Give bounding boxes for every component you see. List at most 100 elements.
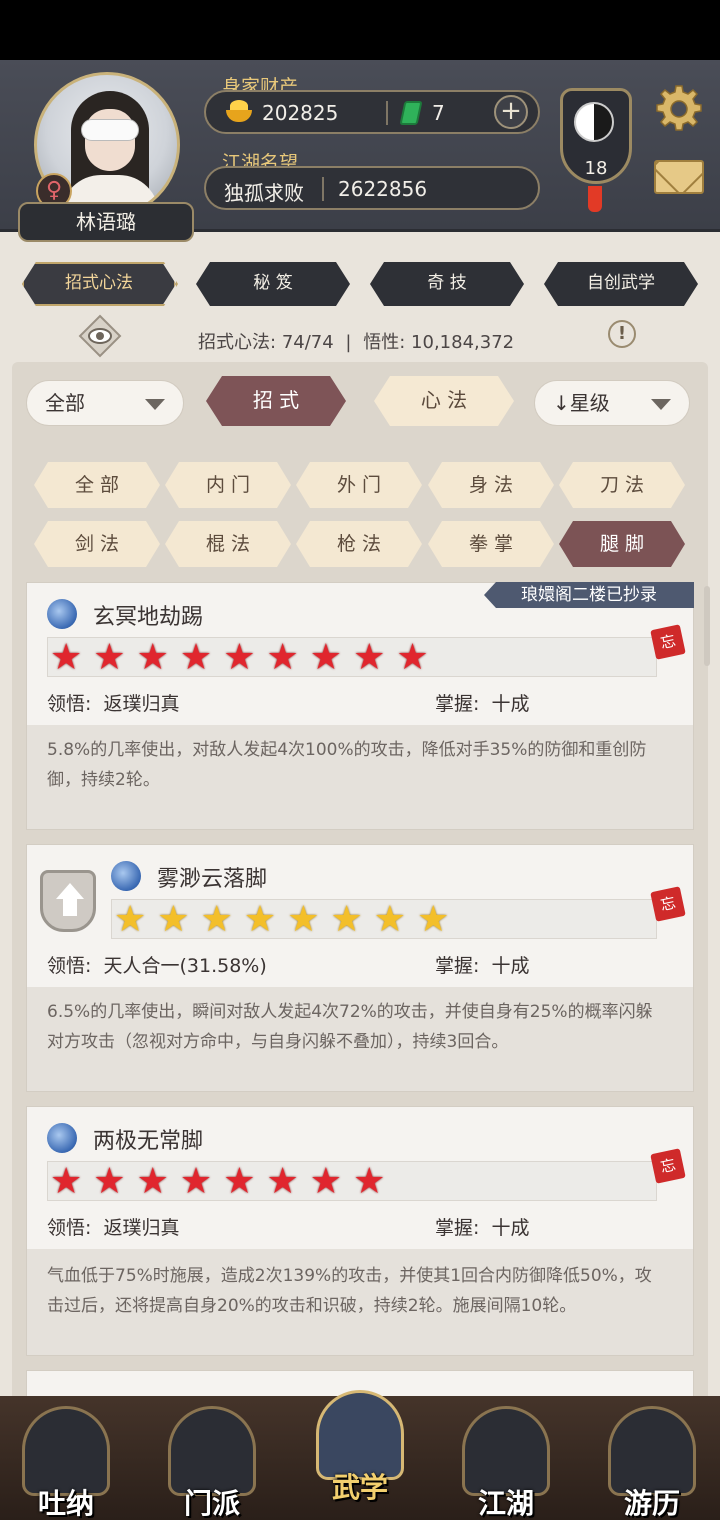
filter-outer[interactable]: 外 门 bbox=[296, 462, 422, 508]
star-icon: ★ bbox=[93, 1161, 126, 1202]
star-rating: ★ ★ ★ ★ ★ ★ ★ ★ bbox=[47, 1161, 657, 1201]
player-header: ♀ 林语璐 身家财产 202825 7 + 江湖名望 独孤求败 2622856 … bbox=[0, 60, 720, 242]
status-bar bbox=[0, 0, 720, 60]
segment-mind[interactable]: 心 法 bbox=[374, 376, 514, 426]
skill-description: 气血低于75%时施展，造成2次139%的攻击，并使其1回合内防御降低50%，攻击… bbox=[47, 1266, 652, 1316]
kick-skill-icon bbox=[47, 599, 77, 629]
mastery: 掌握: 十成 bbox=[435, 689, 530, 716]
insight-level: 领悟: 返璞归真 bbox=[47, 1213, 180, 1240]
star-icon: ★ bbox=[309, 1161, 343, 1202]
insight-label: 悟性: bbox=[363, 332, 406, 353]
star-icon: ★ bbox=[50, 1161, 83, 1202]
skill-name: 雾渺云落脚 bbox=[157, 867, 268, 892]
star-icon: ★ bbox=[223, 1161, 256, 1202]
star-icon: ★ bbox=[157, 899, 190, 940]
sort-dropdown[interactable]: ↓星级 bbox=[534, 380, 690, 426]
category-dropdown-value: 全部 bbox=[45, 391, 85, 415]
mastery-label: 掌握: bbox=[435, 1217, 480, 1239]
star-rating: ★ ★ ★ ★ ★ ★ ★ ★ bbox=[111, 899, 657, 939]
star-icon: ★ bbox=[223, 637, 256, 678]
star-icon: ★ bbox=[353, 637, 386, 678]
skill-description: 5.8%的几率使出，对敌人发起4次100%的攻击，降低对手35%的防御和重创防御… bbox=[47, 740, 647, 790]
yinyang-icon bbox=[574, 102, 614, 142]
gold-ingot-icon bbox=[226, 100, 252, 124]
divider bbox=[322, 177, 324, 201]
filter-inner[interactable]: 内 门 bbox=[165, 462, 291, 508]
filter-sword[interactable]: 剑 法 bbox=[34, 521, 160, 567]
filter-all[interactable]: 全 部 bbox=[34, 462, 160, 508]
mail-icon[interactable] bbox=[654, 160, 704, 194]
star-icon: ★ bbox=[50, 637, 83, 678]
star-icon: ★ bbox=[353, 1161, 386, 1202]
forget-tag-icon[interactable]: 忘 bbox=[650, 886, 686, 922]
segment-moves[interactable]: 招 式 bbox=[206, 376, 346, 426]
star-icon: ★ bbox=[309, 637, 343, 678]
filter-fist-palm[interactable]: 拳 掌 bbox=[428, 521, 554, 567]
star-icon: ★ bbox=[266, 637, 299, 678]
tab-custom-martial-arts[interactable]: 自创武学 bbox=[544, 262, 698, 306]
skill-card[interactable]: 玄冥地劫踢 ★ ★ ★ ★ ★ ★ ★ ★ ★ 领悟: 返璞归真 掌握: 十成 5.8%的几率使… bbox=[26, 582, 694, 830]
filter-spear[interactable]: 枪 法 bbox=[296, 521, 422, 567]
insight-value: 10,184,372 bbox=[411, 332, 515, 353]
forget-tag-icon[interactable]: 忘 bbox=[650, 1148, 686, 1184]
tab-secret-books[interactable]: 秘 笈 bbox=[196, 262, 350, 306]
copied-banner: 琅嬛阁二楼已抄录 bbox=[484, 582, 694, 608]
tab-special-skills[interactable]: 奇 技 bbox=[370, 262, 524, 306]
upgrade-arrow-icon[interactable] bbox=[40, 870, 96, 932]
sort-dropdown-value: ↓星级 bbox=[553, 391, 610, 415]
star-icon: ★ bbox=[179, 1161, 213, 1202]
gold-amount: 202825 bbox=[262, 101, 339, 125]
category-dropdown[interactable]: 全部 bbox=[26, 380, 184, 426]
insight-level-label: 领悟: bbox=[47, 1217, 92, 1239]
insight-level-label: 领悟: bbox=[47, 955, 92, 977]
insight-level-value: 返璞归真 bbox=[103, 693, 180, 715]
top-tabs: 招式心法 秘 笈 奇 技 自创武学 bbox=[0, 262, 720, 310]
nav-label: 武学 bbox=[331, 1471, 388, 1504]
mastery: 掌握: 十成 bbox=[435, 951, 530, 978]
nav-martial-arts[interactable]: 武学 bbox=[308, 1390, 412, 1504]
jade-amount: 7 bbox=[432, 101, 445, 125]
nav-label: 游历 bbox=[623, 1487, 680, 1520]
skill-name: 玄冥地劫踢 bbox=[93, 605, 204, 630]
skill-card[interactable]: 雾渺云落脚 ★ ★ ★ ★ ★ ★ ★ ★ 领悟: 天人合一(31.58%) 掌握: 十成 6… bbox=[26, 844, 694, 1092]
star-rating: ★ ★ ★ ★ ★ ★ ★ ★ ★ bbox=[47, 637, 657, 677]
tassel-icon bbox=[588, 186, 602, 212]
divider bbox=[386, 101, 388, 125]
level-badge[interactable]: 18 bbox=[556, 78, 636, 212]
nav-travel[interactable]: 游历 bbox=[600, 1406, 704, 1520]
kick-skill-icon bbox=[111, 861, 141, 891]
skill-count-label: 招式心法: bbox=[198, 332, 277, 353]
forget-tag-icon[interactable]: 忘 bbox=[650, 624, 686, 660]
star-icon: ★ bbox=[266, 1161, 299, 1202]
nav-breathing[interactable]: 吐纳 bbox=[14, 1406, 118, 1520]
reputation-value: 2622856 bbox=[338, 177, 428, 201]
reputation-bar: 独孤求败 2622856 bbox=[204, 166, 540, 210]
nav-jianghu[interactable]: 江湖 bbox=[454, 1406, 558, 1520]
player-name: 林语璐 bbox=[18, 202, 194, 242]
filter-legs[interactable]: 腿 脚 bbox=[559, 521, 685, 567]
star-icon: ★ bbox=[243, 899, 277, 940]
insight-level-value: 天人合一(31.58%) bbox=[103, 955, 267, 977]
star-icon: ★ bbox=[136, 1161, 169, 1202]
filter-staff[interactable]: 棍 法 bbox=[165, 521, 291, 567]
nav-label: 门派 bbox=[183, 1487, 240, 1520]
mastery-value: 十成 bbox=[491, 693, 530, 715]
star-icon: ★ bbox=[93, 637, 126, 678]
star-icon: ★ bbox=[179, 637, 213, 678]
bottom-nav: 吐纳 门派 武学 江湖 游历 bbox=[0, 1390, 720, 1520]
skill-name: 两极无常脚 bbox=[93, 1129, 204, 1154]
kick-skill-icon bbox=[47, 1123, 77, 1153]
info-warning-icon[interactable]: ! bbox=[608, 320, 636, 348]
star-icon: ★ bbox=[200, 899, 233, 940]
filter-saber[interactable]: 刀 法 bbox=[559, 462, 685, 508]
eye-icon[interactable] bbox=[78, 314, 122, 358]
nav-sect[interactable]: 门派 bbox=[160, 1406, 264, 1520]
currency-bar: 202825 7 + bbox=[204, 90, 540, 134]
gear-icon[interactable] bbox=[654, 84, 704, 134]
scrollbar[interactable] bbox=[704, 586, 710, 666]
filter-movement[interactable]: 身 法 bbox=[428, 462, 554, 508]
chevron-down-icon bbox=[145, 399, 165, 410]
add-currency-button[interactable]: + bbox=[494, 95, 528, 129]
skill-card[interactable]: 两极无常脚 ★ ★ ★ ★ ★ ★ ★ ★ 领悟: 返璞归真 掌握: 十成 气血低于75%时施… bbox=[26, 1106, 694, 1356]
tab-moves-mind[interactable]: 招式心法 bbox=[22, 262, 176, 306]
